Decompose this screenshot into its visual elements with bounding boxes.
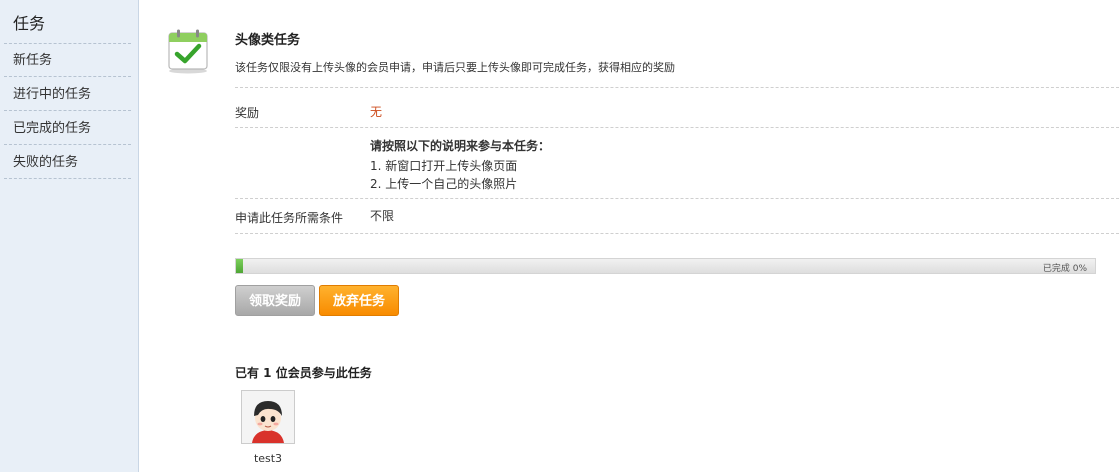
cartoon-avatar-icon xyxy=(242,391,294,443)
participants-count: 已有 1 位会员参与此任务 xyxy=(235,366,372,380)
calendar-check-icon xyxy=(166,28,210,74)
divider xyxy=(235,198,1119,199)
progress-text: 已完成 0% xyxy=(1042,264,1087,274)
instruction-step: 2. 上传一个自己的头像照片 xyxy=(370,177,518,191)
sidebar-item-label: 失败的任务 xyxy=(13,155,79,170)
divider xyxy=(235,233,1119,234)
condition-value: 不限 xyxy=(370,209,395,223)
sidebar-item-in-progress[interactable]: 进行中的任务 xyxy=(4,78,131,111)
reward-value: 无 xyxy=(370,105,383,119)
member-name[interactable]: test3 xyxy=(241,452,295,465)
condition-label: 申请此任务所需条件 xyxy=(235,211,344,225)
sidebar-item-label: 新任务 xyxy=(13,53,53,68)
member-avatar[interactable] xyxy=(241,390,295,444)
sidebar-item-completed[interactable]: 已完成的任务 xyxy=(4,112,131,145)
task-description: 该任务仅限没有上传头像的会员申请，申请后只要上传头像即可完成任务，获得相应的奖励 xyxy=(235,61,675,74)
task-title: 头像类任务 xyxy=(235,33,301,48)
progress-bar: 已完成 0% xyxy=(235,258,1096,274)
sidebar-item-failed[interactable]: 失败的任务 xyxy=(4,146,131,179)
divider xyxy=(235,127,1119,128)
sidebar-item-label: 已完成的任务 xyxy=(13,121,92,136)
sidebar-item-new-tasks[interactable]: 新任务 xyxy=(4,44,131,77)
sidebar-title: 任务 xyxy=(13,14,46,33)
progress-fill xyxy=(236,259,243,273)
instructions-title: 请按照以下的说明来参与本任务： xyxy=(370,139,551,153)
instruction-step[interactable]: 1. 新窗口打开上传头像页面 xyxy=(370,157,517,174)
claim-reward-button[interactable]: 领取奖励 xyxy=(235,285,315,316)
sidebar-item-label: 进行中的任务 xyxy=(13,87,92,102)
divider xyxy=(235,87,1119,88)
abandon-task-button[interactable]: 放弃任务 xyxy=(319,285,399,316)
reward-label: 奖励 xyxy=(235,106,260,120)
sidebar: 任务 新任务 进行中的任务 已完成的任务 失败的任务 xyxy=(0,0,139,472)
